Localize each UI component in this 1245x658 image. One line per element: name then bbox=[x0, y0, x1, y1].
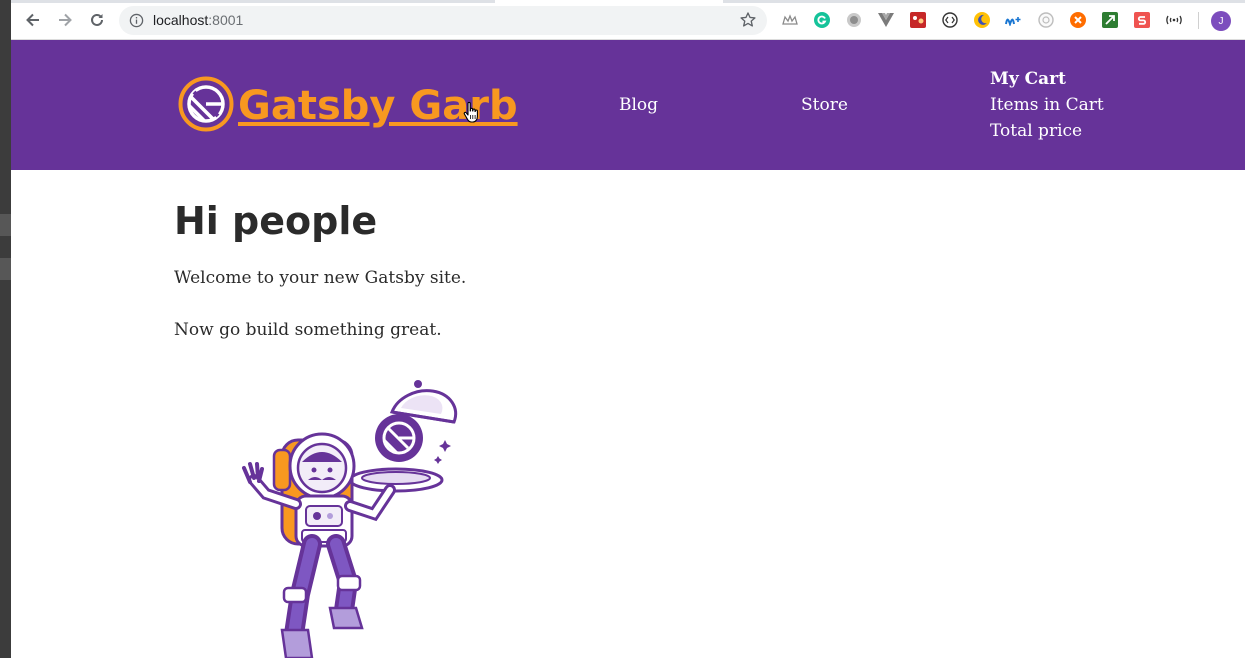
browser-toolbar: localhost:8001 J bbox=[11, 0, 1245, 40]
bookmark-star-icon[interactable] bbox=[739, 11, 757, 29]
hand-pointer-cursor-icon bbox=[463, 101, 478, 123]
forward-button[interactable] bbox=[53, 8, 77, 32]
back-button[interactable] bbox=[21, 8, 45, 32]
gatsby-astronaut-image bbox=[242, 380, 458, 658]
moon-extension-icon[interactable] bbox=[973, 11, 991, 29]
reload-icon bbox=[91, 13, 103, 26]
nav-link-store[interactable]: Store bbox=[801, 93, 848, 117]
cart-summary[interactable]: My Cart Items in Cart Total price bbox=[990, 66, 1104, 144]
orange-extension-icon[interactable] bbox=[1069, 11, 1087, 29]
vue-devtools-icon[interactable] bbox=[877, 11, 895, 29]
page-heading: Hi people bbox=[174, 199, 378, 243]
address-bar[interactable]: localhost:8001 bbox=[119, 6, 767, 35]
grammarly-icon[interactable] bbox=[813, 11, 831, 29]
movistar-extension-icon[interactable] bbox=[1005, 11, 1023, 29]
background-window-strip bbox=[0, 0, 11, 658]
code-extension-icon[interactable] bbox=[941, 11, 959, 29]
red-s-extension-icon[interactable] bbox=[1133, 11, 1151, 29]
back-arrow-icon bbox=[26, 13, 39, 27]
site-header: Gatsby Garb Blog Store My Cart Items in … bbox=[11, 40, 1245, 170]
profile-avatar[interactable]: J bbox=[1211, 11, 1231, 31]
gatsby-logo-icon[interactable] bbox=[178, 76, 234, 132]
info-icon[interactable] bbox=[129, 13, 144, 28]
wifi-extension-icon[interactable] bbox=[1165, 11, 1183, 29]
tab-strip bbox=[11, 0, 1245, 3]
url-port: :8001 bbox=[208, 12, 244, 28]
circle-extension-icon[interactable] bbox=[1037, 11, 1055, 29]
build-text: Now go build something great. bbox=[174, 320, 442, 340]
welcome-text: Welcome to your new Gatsby site. bbox=[174, 268, 467, 288]
url-text[interactable]: localhost:8001 bbox=[153, 13, 243, 28]
cart-items-count: Items in Cart bbox=[990, 95, 1104, 115]
crown-extension-icon[interactable] bbox=[781, 11, 799, 29]
url-host: localhost bbox=[153, 12, 209, 28]
reload-button[interactable] bbox=[85, 8, 109, 32]
red-extension-icon[interactable] bbox=[909, 11, 927, 29]
cart-title: My Cart bbox=[990, 69, 1066, 89]
cart-total-price: Total price bbox=[990, 121, 1083, 141]
forward-arrow-icon bbox=[59, 13, 72, 27]
green-extension-icon[interactable] bbox=[1101, 11, 1119, 29]
toolbar-separator bbox=[1198, 12, 1199, 29]
nav-link-blog[interactable]: Blog bbox=[619, 93, 658, 117]
record-icon[interactable] bbox=[845, 11, 863, 29]
